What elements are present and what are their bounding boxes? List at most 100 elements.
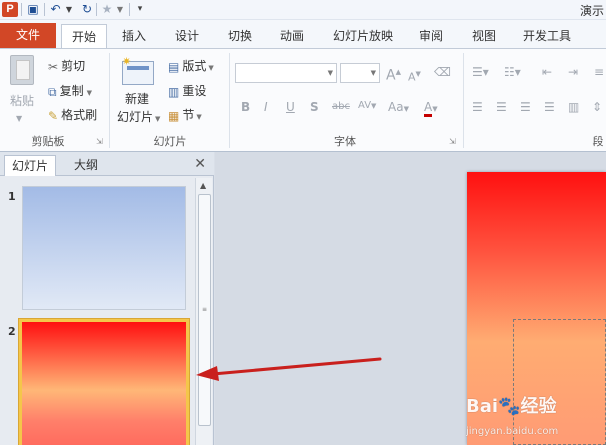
- justify-icon[interactable]: ☰: [544, 99, 555, 115]
- clipboard-group-label: 剪贴板: [31, 135, 65, 148]
- new-slide-button[interactable]: 新建: [125, 91, 149, 107]
- tab-review[interactable]: 审阅: [411, 24, 451, 48]
- slide-thumbnail-2[interactable]: [22, 322, 186, 445]
- slides-group: ✷ 新建 幻灯片 ▼ ▤ 版式 ▼ ▥ 重设 ▦ 节 ▼ 幻灯片: [110, 49, 228, 152]
- shrink-font-button[interactable]: A▼: [408, 66, 421, 86]
- font-color-button[interactable]: A▼: [424, 99, 438, 117]
- copy-button[interactable]: ⧉ 复制 ▼: [48, 83, 92, 101]
- watermark-text: Bai: [466, 396, 499, 417]
- underline-button[interactable]: U: [286, 99, 295, 115]
- paragraph-group: ☰▾ ☷▾ ⇤ ⇥ ≡ ☰ ☰ ☰ ☰ ▥ ⇕ 段: [464, 49, 606, 152]
- tab-home[interactable]: 开始: [61, 24, 107, 49]
- decrease-indent-icon[interactable]: ⇤: [542, 64, 552, 80]
- char-spacing-label: AV: [358, 100, 372, 111]
- reset-button[interactable]: ▥ 重设: [168, 83, 206, 100]
- toolbar-separator: [21, 3, 22, 16]
- layout-icon: ▤: [168, 59, 180, 74]
- tab-insert[interactable]: 插入: [114, 24, 154, 48]
- toolbar-separator: [96, 3, 97, 16]
- increase-indent-icon[interactable]: ⇥: [568, 64, 578, 80]
- annotation-arrow: [196, 357, 382, 381]
- font-group-label: 字体: [334, 135, 356, 148]
- panel-scrollbar[interactable]: ▲ ≡: [195, 178, 212, 445]
- shadow-button[interactable]: S: [310, 99, 319, 115]
- clear-format-icon[interactable]: ⌫: [434, 64, 451, 80]
- italic-button[interactable]: I: [264, 99, 268, 115]
- bullets-icon[interactable]: ☰▾: [472, 64, 489, 80]
- format-painter-label: 格式刷: [61, 108, 98, 122]
- font-launcher-icon[interactable]: ⇲: [449, 137, 456, 146]
- copy-dropdown-icon[interactable]: ▼: [87, 89, 92, 97]
- powerpoint-app-icon[interactable]: P: [2, 2, 18, 17]
- undo-dropdown-icon[interactable]: ▼: [65, 1, 73, 18]
- change-case-label: Aa: [388, 100, 404, 114]
- new-slide-label: 幻灯片: [117, 110, 154, 124]
- strikethrough-button[interactable]: abc: [332, 99, 350, 115]
- clipboard-launcher-icon[interactable]: ⇲: [96, 137, 103, 146]
- section-dropdown-icon: ▼: [196, 113, 202, 121]
- align-center-icon[interactable]: ☰: [496, 99, 507, 115]
- redo-icon[interactable]: ↻: [80, 1, 94, 18]
- ribbon-tab-row: 文件 开始 插入 设计 切换 动画 幻灯片放映 审阅 视图 开发工具: [0, 20, 606, 49]
- bold-button[interactable]: B: [241, 99, 250, 115]
- format-painter-button[interactable]: ✎ 格式刷: [48, 107, 97, 124]
- paste-button[interactable]: 粘贴: [10, 93, 34, 109]
- font-group: ▼ ▼ A▲ A▼ ⌫ B I U S abc AV▼ Aa▼ A▼ 字体 ⇲: [230, 49, 460, 152]
- copy-icon: ⧉: [48, 84, 57, 99]
- layout-button[interactable]: ▤ 版式 ▼: [168, 58, 214, 76]
- toolbar-separator: [44, 3, 45, 16]
- numbering-icon[interactable]: ☷▾: [504, 64, 521, 80]
- align-left-icon[interactable]: ☰: [472, 99, 483, 115]
- customize-toolbar-icon[interactable]: ▾: [135, 1, 145, 18]
- font-name-combo[interactable]: ▼: [235, 63, 337, 83]
- tab-file[interactable]: 文件: [0, 23, 56, 48]
- paste-dropdown-icon[interactable]: ▼: [16, 111, 22, 127]
- tab-transitions[interactable]: 切换: [220, 24, 260, 48]
- copy-label: 复制: [59, 84, 84, 98]
- save-icon[interactable]: ▣: [26, 1, 40, 18]
- ribbon: 粘贴 ▼ ✂ 剪切 ⧉ 复制 ▼ ✎ 格式刷 剪贴板 ⇲ ✷ 新建 幻灯片 ▼ ▤ 版式 ▼ …: [0, 48, 606, 152]
- grow-font-button[interactable]: A▲: [386, 64, 401, 84]
- font-name-dropdown-icon[interactable]: ▼: [328, 69, 333, 77]
- window-title: 演示: [579, 4, 604, 18]
- section-button[interactable]: ▦ 节 ▼: [168, 107, 202, 125]
- tab-design[interactable]: 设计: [167, 24, 207, 48]
- line-spacing-icon[interactable]: ≡: [594, 64, 604, 80]
- paw-icon: 🐾: [498, 396, 521, 417]
- slide-number: 2: [8, 325, 16, 338]
- layout-dropdown-icon: ▼: [208, 64, 214, 72]
- panel-tabs: 幻灯片 大纲 ✕: [0, 152, 214, 176]
- columns-icon[interactable]: ▥: [568, 99, 579, 115]
- toolbar-separator: [129, 3, 130, 16]
- slide-number: 1: [8, 190, 16, 203]
- reset-icon: ▥: [168, 84, 180, 99]
- tab-animations[interactable]: 动画: [272, 24, 312, 48]
- tab-view[interactable]: 视图: [464, 24, 504, 48]
- scissors-icon: ✂: [48, 59, 59, 74]
- scrollbar-thumb[interactable]: ≡: [198, 194, 211, 426]
- slides-group-label: 幻灯片: [153, 135, 187, 148]
- undo-icon[interactable]: ↶: [49, 1, 62, 18]
- clipboard-group: 粘贴 ▼ ✂ 剪切 ⧉ 复制 ▼ ✎ 格式刷 剪贴板 ⇲: [0, 49, 108, 152]
- scroll-up-icon[interactable]: ▲: [200, 181, 206, 190]
- text-direction-icon[interactable]: ⇕: [592, 99, 602, 115]
- paste-icon[interactable]: [10, 55, 34, 85]
- char-spacing-button[interactable]: AV▼: [358, 98, 376, 114]
- star-dropdown-icon[interactable]: ▼: [116, 1, 124, 18]
- tab-outline[interactable]: 大纲: [60, 155, 112, 176]
- new-slide-dropdown[interactable]: 幻灯片 ▼: [117, 109, 160, 127]
- tab-slideshow[interactable]: 幻灯片放映: [325, 24, 401, 48]
- close-icon[interactable]: ✕: [194, 156, 206, 172]
- cut-button[interactable]: ✂ 剪切: [48, 58, 85, 75]
- align-right-icon[interactable]: ☰: [520, 99, 531, 115]
- tab-slides[interactable]: 幻灯片: [4, 155, 56, 176]
- tab-developer[interactable]: 开发工具: [517, 24, 577, 48]
- font-size-dropdown-icon[interactable]: ▼: [371, 69, 376, 77]
- font-size-combo[interactable]: ▼: [340, 63, 380, 83]
- cut-label: 剪切: [61, 59, 86, 73]
- grow-font-label: A: [386, 67, 396, 84]
- watermark-url: jingyan.baidu.com: [466, 426, 559, 437]
- slide-thumbnail-1[interactable]: [22, 186, 186, 310]
- star-icon[interactable]: ★: [100, 1, 114, 18]
- change-case-button[interactable]: Aa▼: [388, 99, 409, 117]
